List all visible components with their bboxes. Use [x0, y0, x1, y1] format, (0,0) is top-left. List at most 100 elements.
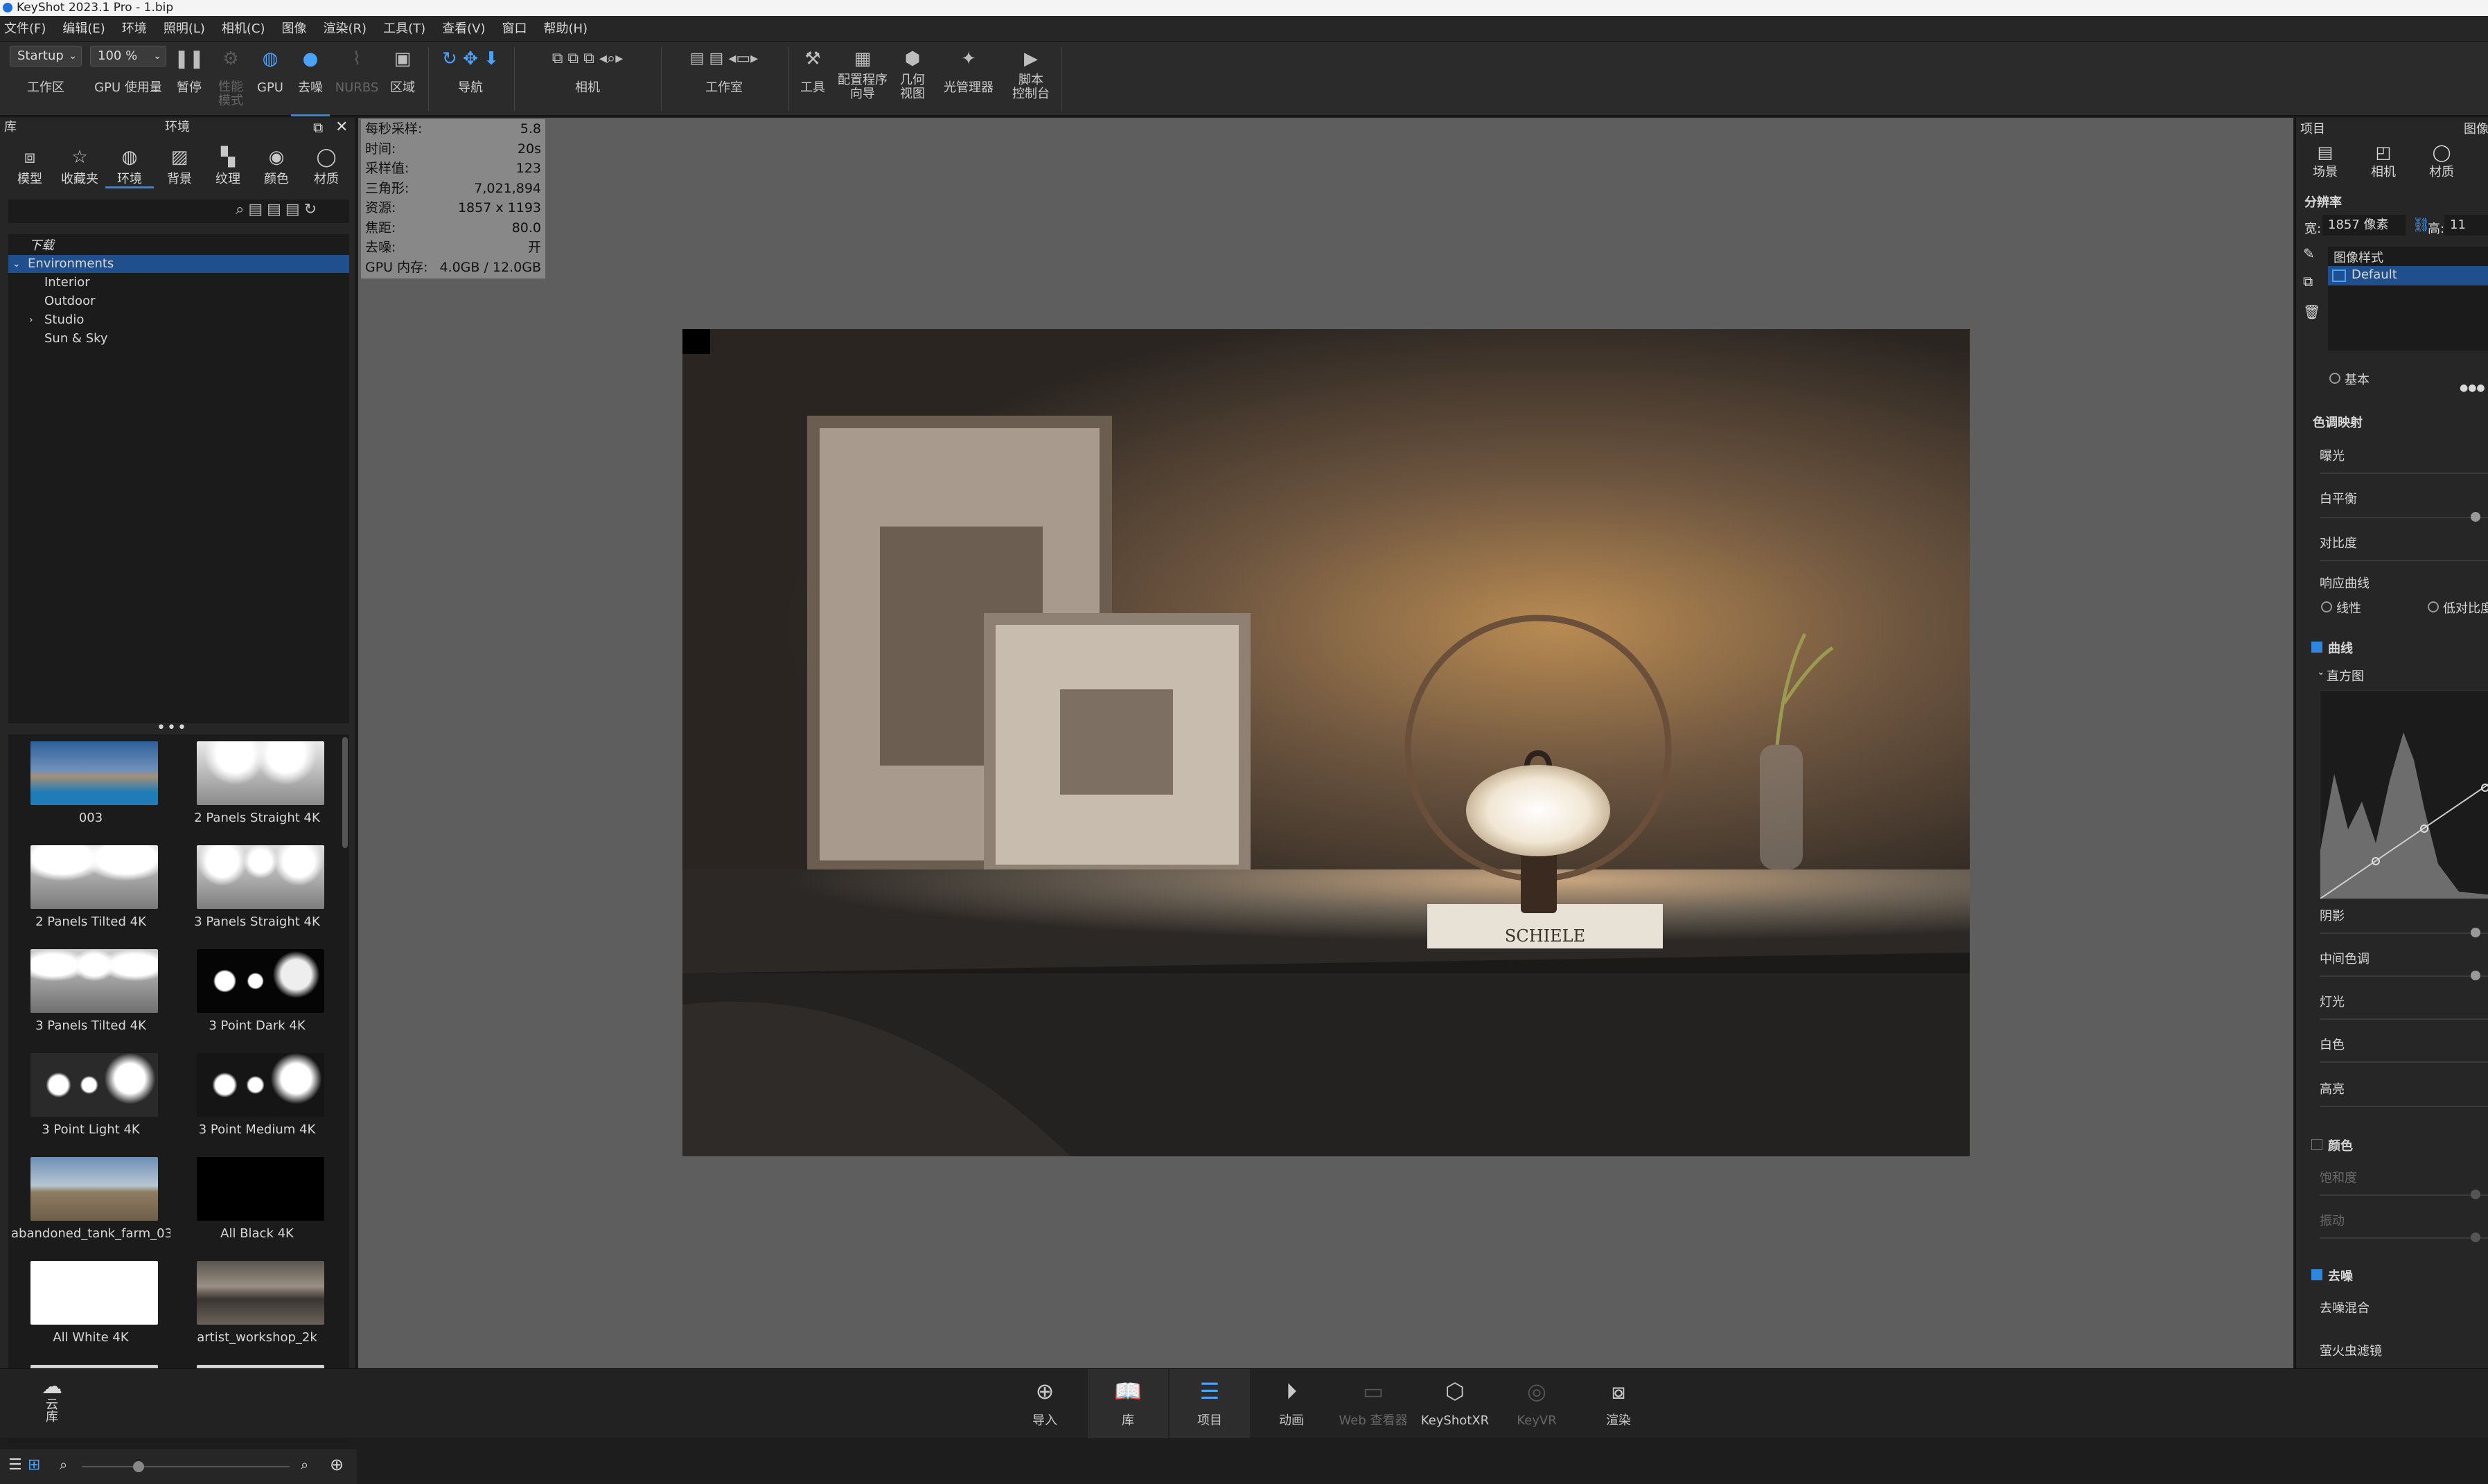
- script-console-button[interactable]: ▶ 脚本 控制台: [1005, 42, 1057, 116]
- basic-radio[interactable]: [2329, 373, 2340, 384]
- gpu-toggle[interactable]: ◍ GPU: [253, 42, 288, 116]
- zoom-in-icon[interactable]: ⌕: [301, 1456, 308, 1473]
- highlights-slider[interactable]: [2320, 1106, 2488, 1107]
- tools-button[interactable]: ⚒ 工具: [795, 42, 830, 116]
- lights-slider[interactable]: [2320, 1018, 2488, 1020]
- low-contrast-radio[interactable]: [2428, 601, 2439, 612]
- menu-help[interactable]: 帮助(H): [544, 21, 588, 36]
- thumbnail-size-knob[interactable]: [133, 1461, 144, 1472]
- denoise-checkbox[interactable]: [2311, 1269, 2322, 1280]
- thumbnail-item[interactable]: 2 Panels Straight 4K: [177, 734, 337, 838]
- style-item-default[interactable]: Default: [2328, 266, 2488, 285]
- height-field[interactable]: 11: [2444, 215, 2488, 236]
- menu-environment[interactable]: 环境: [122, 21, 147, 36]
- vibrance-knob[interactable]: [2471, 1233, 2480, 1242]
- menu-lighting[interactable]: 照明(L): [164, 21, 205, 36]
- tree-item-outdoor[interactable]: Outdoor: [44, 292, 96, 310]
- white-balance-knob[interactable]: [2471, 512, 2480, 522]
- thumbnail-item[interactable]: 3 Point Dark 4K: [177, 942, 337, 1046]
- tab-models[interactable]: ⧈ 模型: [6, 145, 54, 188]
- tab-colors[interactable]: ◉ 颜色: [252, 145, 301, 188]
- keyvr-button[interactable]: ◎ KeyVR: [1497, 1369, 1577, 1438]
- tree-item-downloads[interactable]: 下载: [29, 237, 54, 255]
- region-button[interactable]: ▣ 区域: [385, 42, 420, 116]
- menu-file[interactable]: 文件(F): [4, 21, 46, 36]
- thumbnail-item[interactable]: 3 Panels Straight 4K: [177, 838, 337, 942]
- tab-material[interactable]: ◯ 材质: [2421, 143, 2462, 180]
- shadows-slider[interactable]: [2320, 933, 2488, 934]
- import-button[interactable]: ⊕ 导入: [1005, 1369, 1085, 1438]
- denoise-toggle[interactable]: ● 去噪: [291, 42, 330, 116]
- tree-item-sun-sky[interactable]: Sun & Sky: [44, 330, 108, 348]
- tab-scene[interactable]: ▤ 场景: [2304, 143, 2346, 180]
- library-button[interactable]: 📖 库: [1088, 1369, 1168, 1438]
- configurator-wizard-button[interactable]: ▦ 配置程序 向导: [833, 42, 892, 116]
- cloud-library-button[interactable]: ☁ 云 库: [28, 1375, 76, 1424]
- midtones-slider[interactable]: [2320, 975, 2488, 977]
- tree-item-environments[interactable]: ⌄ Environments: [8, 255, 349, 273]
- menu-edit[interactable]: 编辑(E): [62, 21, 105, 36]
- menu-view[interactable]: 查看(V): [442, 21, 485, 36]
- web-viewer-button[interactable]: ▭ Web 查看器: [1333, 1369, 1413, 1438]
- color-checkbox[interactable]: [2311, 1139, 2322, 1150]
- studio-tools-icons[interactable]: ▤ ▤ ◂▭▸: [665, 48, 783, 69]
- more-options-icon[interactable]: ●●●: [2460, 382, 2485, 394]
- thumbnail-item[interactable]: 3 Panels Tilted 4K: [11, 942, 170, 1046]
- geometry-view-button[interactable]: ⬢ 几何 视图: [895, 42, 930, 116]
- download-icon[interactable]: ⊕: [330, 1455, 344, 1474]
- thumbnail-item[interactable]: abandoned_tank_farm_03...: [11, 1150, 170, 1254]
- saturation-slider[interactable]: [2320, 1194, 2488, 1196]
- tab-textures[interactable]: ▚ 纹理: [204, 145, 252, 188]
- gpu-usage-button[interactable]: GPU 使用量: [90, 42, 166, 116]
- menu-image[interactable]: 图像: [282, 21, 307, 36]
- search-toolbar-icons[interactable]: ⌕▤▤▤↻: [236, 201, 321, 218]
- width-field[interactable]: 1857 像素: [2322, 215, 2406, 236]
- menu-camera[interactable]: 相机(C): [222, 21, 265, 36]
- delete-style-icon[interactable]: 🗑: [2303, 303, 2320, 320]
- vibrance-slider[interactable]: [2320, 1237, 2488, 1239]
- exposure-slider[interactable]: [2320, 472, 2488, 474]
- tree-item-interior[interactable]: Interior: [44, 274, 90, 292]
- chevron-down-icon[interactable]: ⌄: [2317, 666, 2325, 678]
- tree-item-studio[interactable]: Studio: [44, 311, 84, 329]
- tab-camera[interactable]: ◰ 相机: [2363, 143, 2404, 180]
- light-manager-button[interactable]: ✦ 光管理器: [935, 42, 1002, 116]
- camera-tools-icons[interactable]: ⧉ ⧉ ⧉ ◂⌕▸: [518, 48, 657, 69]
- whites-slider[interactable]: [2320, 1061, 2488, 1063]
- thumbnail-item[interactable]: 2 Panels Tilted 4K: [11, 838, 170, 942]
- shadows-knob[interactable]: [2471, 928, 2480, 937]
- performance-mode-button[interactable]: ⚙ 性能 模式: [211, 42, 250, 116]
- menu-window[interactable]: 窗口: [502, 21, 527, 36]
- list-view-icon[interactable]: ☰: [8, 1456, 22, 1474]
- linear-radio[interactable]: [2321, 601, 2332, 612]
- contrast-slider[interactable]: [2320, 560, 2488, 561]
- thumbnail-item[interactable]: 3 Point Light 4K: [11, 1046, 170, 1150]
- tab-favorites[interactable]: ☆ 收藏夹: [55, 145, 104, 188]
- tab-backplates[interactable]: ▨ 背景: [155, 145, 204, 188]
- midtones-knob[interactable]: [2471, 971, 2480, 980]
- thumbnail-item[interactable]: All Black 4K: [177, 1150, 337, 1254]
- float-panel-icon[interactable]: ⧉: [313, 118, 323, 137]
- tab-environments[interactable]: ◍ 环境: [105, 145, 154, 188]
- menu-render[interactable]: 渲染(R): [324, 21, 367, 36]
- thumbnail-scrollbar[interactable]: [342, 737, 348, 848]
- thumbnail-item[interactable]: 003: [11, 734, 170, 838]
- render-button[interactable]: ⧇ 渲染: [1578, 1369, 1659, 1438]
- menu-tools[interactable]: 工具(T): [383, 21, 425, 36]
- project-button[interactable]: ☰ 项目: [1170, 1369, 1250, 1438]
- saturation-knob[interactable]: [2471, 1190, 2480, 1199]
- nurbs-toggle[interactable]: ⌇ NURBS: [334, 42, 380, 116]
- navigation-icons[interactable]: ↻ ✥ ⬇: [431, 48, 510, 69]
- thumbnail-size-slider[interactable]: [82, 1466, 290, 1467]
- curve-checkbox[interactable]: [2311, 642, 2322, 653]
- grid-view-icon[interactable]: ⊞: [28, 1456, 40, 1474]
- keyshotxr-button[interactable]: ⬡ KeyShotXR: [1415, 1369, 1495, 1438]
- pause-button[interactable]: ❚❚ 暂停: [172, 42, 206, 116]
- chevron-right-icon[interactable]: ›: [29, 311, 33, 329]
- white-balance-slider[interactable]: [2320, 517, 2488, 518]
- histogram-curve-editor[interactable]: [2320, 690, 2488, 899]
- zoom-out-icon[interactable]: ⌕: [60, 1456, 67, 1473]
- thumbnail-item[interactable]: All White 4K: [11, 1254, 170, 1358]
- thumbnail-item[interactable]: artist_workshop_2k: [177, 1254, 337, 1358]
- close-icon[interactable]: ✕: [335, 118, 348, 137]
